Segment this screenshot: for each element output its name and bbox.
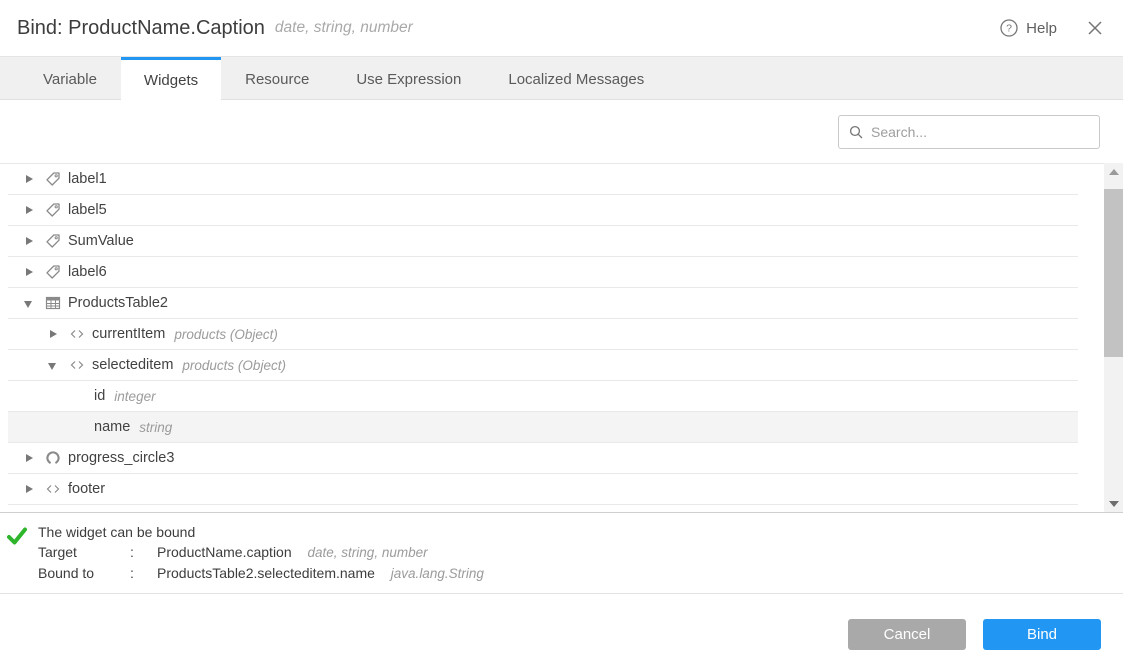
- table-icon: [44, 295, 61, 312]
- tree-row-productstable2[interactable]: ProductsTable2: [8, 288, 1078, 319]
- dialog-header: Bind: ProductName.Caption date, string, …: [0, 0, 1123, 57]
- tree-row-label5[interactable]: label5: [8, 195, 1078, 226]
- tab-use-expression[interactable]: Use Expression: [333, 57, 484, 99]
- tab-bar: Variable Widgets Resource Use Expression…: [0, 57, 1123, 100]
- svg-text:?: ?: [1006, 23, 1012, 35]
- tab-resource[interactable]: Resource: [222, 57, 332, 99]
- tree-row-label: ProductsTable2: [68, 295, 168, 311]
- dialog-title: Bind: ProductName.Caption: [17, 17, 265, 40]
- expander-collapsed-icon[interactable]: [24, 205, 34, 216]
- tree-row-label: label5: [68, 202, 107, 218]
- bind-button[interactable]: Bind: [983, 619, 1101, 650]
- bound-to-colon: :: [130, 563, 157, 584]
- target-value: ProductName.caption: [157, 544, 292, 560]
- tree-row-name-selected[interactable]: name string: [8, 412, 1078, 443]
- dialog-footer: Cancel Bind: [0, 594, 1123, 671]
- tree-row-currentitem[interactable]: currentItem products (Object): [8, 319, 1078, 350]
- tree-row-selecteditem[interactable]: selecteditem products (Object): [8, 350, 1078, 381]
- cancel-button[interactable]: Cancel: [848, 619, 966, 650]
- expander-expanded-icon[interactable]: [48, 360, 58, 371]
- progress-circle-icon: [44, 450, 61, 467]
- tree-row-label: label6: [68, 264, 107, 280]
- search-box[interactable]: [838, 115, 1100, 149]
- tab-variable[interactable]: Variable: [20, 57, 120, 99]
- search-icon: [849, 125, 863, 139]
- tree-row-label: SumValue: [68, 233, 134, 249]
- tree-scrollbar[interactable]: [1104, 163, 1123, 512]
- bound-to-type-hint: java.lang.String: [391, 566, 484, 581]
- tree-row-label1[interactable]: label1: [8, 164, 1078, 195]
- expander-expanded-icon[interactable]: [24, 298, 34, 309]
- check-icon: [6, 525, 28, 547]
- tag-icon: [44, 233, 61, 250]
- expander-collapsed-icon[interactable]: [24, 453, 34, 464]
- expander-collapsed-icon[interactable]: [24, 484, 34, 495]
- target-type-hint: date, string, number: [308, 545, 428, 560]
- tree-row-sumvalue[interactable]: SumValue: [8, 226, 1078, 257]
- target-label: Target: [38, 542, 130, 563]
- tree-row-label: selecteditem: [92, 357, 173, 373]
- dialog-subtitle: date, string, number: [275, 19, 413, 37]
- tree-row-type: products (Object): [182, 358, 286, 373]
- tab-localized-messages[interactable]: Localized Messages: [485, 57, 667, 99]
- tag-icon: [44, 202, 61, 219]
- code-icon: [44, 481, 61, 498]
- bound-to-value: ProductsTable2.selecteditem.name: [157, 565, 375, 581]
- tree-row-footer[interactable]: footer: [8, 474, 1078, 505]
- tag-icon: [44, 171, 61, 188]
- close-icon[interactable]: [1087, 20, 1103, 36]
- scroll-down-icon[interactable]: [1104, 495, 1123, 512]
- scrollbar-thumb[interactable]: [1104, 189, 1123, 357]
- tree-row-id[interactable]: id integer: [8, 381, 1078, 412]
- tree-row-label: name: [94, 419, 130, 435]
- search-input[interactable]: [871, 124, 1089, 140]
- tree-row-label: currentItem: [92, 326, 165, 342]
- tree-row-label: label1: [68, 171, 107, 187]
- search-toolbar: [0, 100, 1123, 163]
- widget-tree: label1 label5 SumValue label6: [0, 163, 1123, 505]
- code-icon: [68, 326, 85, 343]
- bound-to-label: Bound to: [38, 563, 130, 584]
- tree-row-label: footer: [68, 481, 105, 497]
- status-message: The widget can be bound: [38, 522, 484, 542]
- expander-collapsed-icon[interactable]: [24, 267, 34, 278]
- tree-row-type: products (Object): [174, 327, 278, 342]
- expander-collapsed-icon[interactable]: [48, 329, 58, 340]
- expander-collapsed-icon[interactable]: [24, 236, 34, 247]
- scroll-up-icon[interactable]: [1104, 163, 1123, 180]
- code-icon: [68, 357, 85, 374]
- binding-status-panel: The widget can be bound Target : Product…: [0, 513, 1123, 593]
- tree-row-type: string: [139, 420, 172, 435]
- help-icon[interactable]: ?: [1000, 19, 1018, 37]
- tag-icon: [44, 264, 61, 281]
- help-button[interactable]: Help: [1026, 20, 1057, 37]
- tree-row-type: integer: [114, 389, 155, 404]
- target-colon: :: [130, 542, 157, 563]
- tree-row-progress-circle3[interactable]: progress_circle3: [8, 443, 1078, 474]
- tab-widgets[interactable]: Widgets: [121, 57, 221, 100]
- expander-collapsed-icon[interactable]: [24, 174, 34, 185]
- tree-row-label: id: [94, 388, 105, 404]
- spacer: [0, 505, 1123, 512]
- tree-row-label: progress_circle3: [68, 450, 174, 466]
- tree-row-label6[interactable]: label6: [8, 257, 1078, 288]
